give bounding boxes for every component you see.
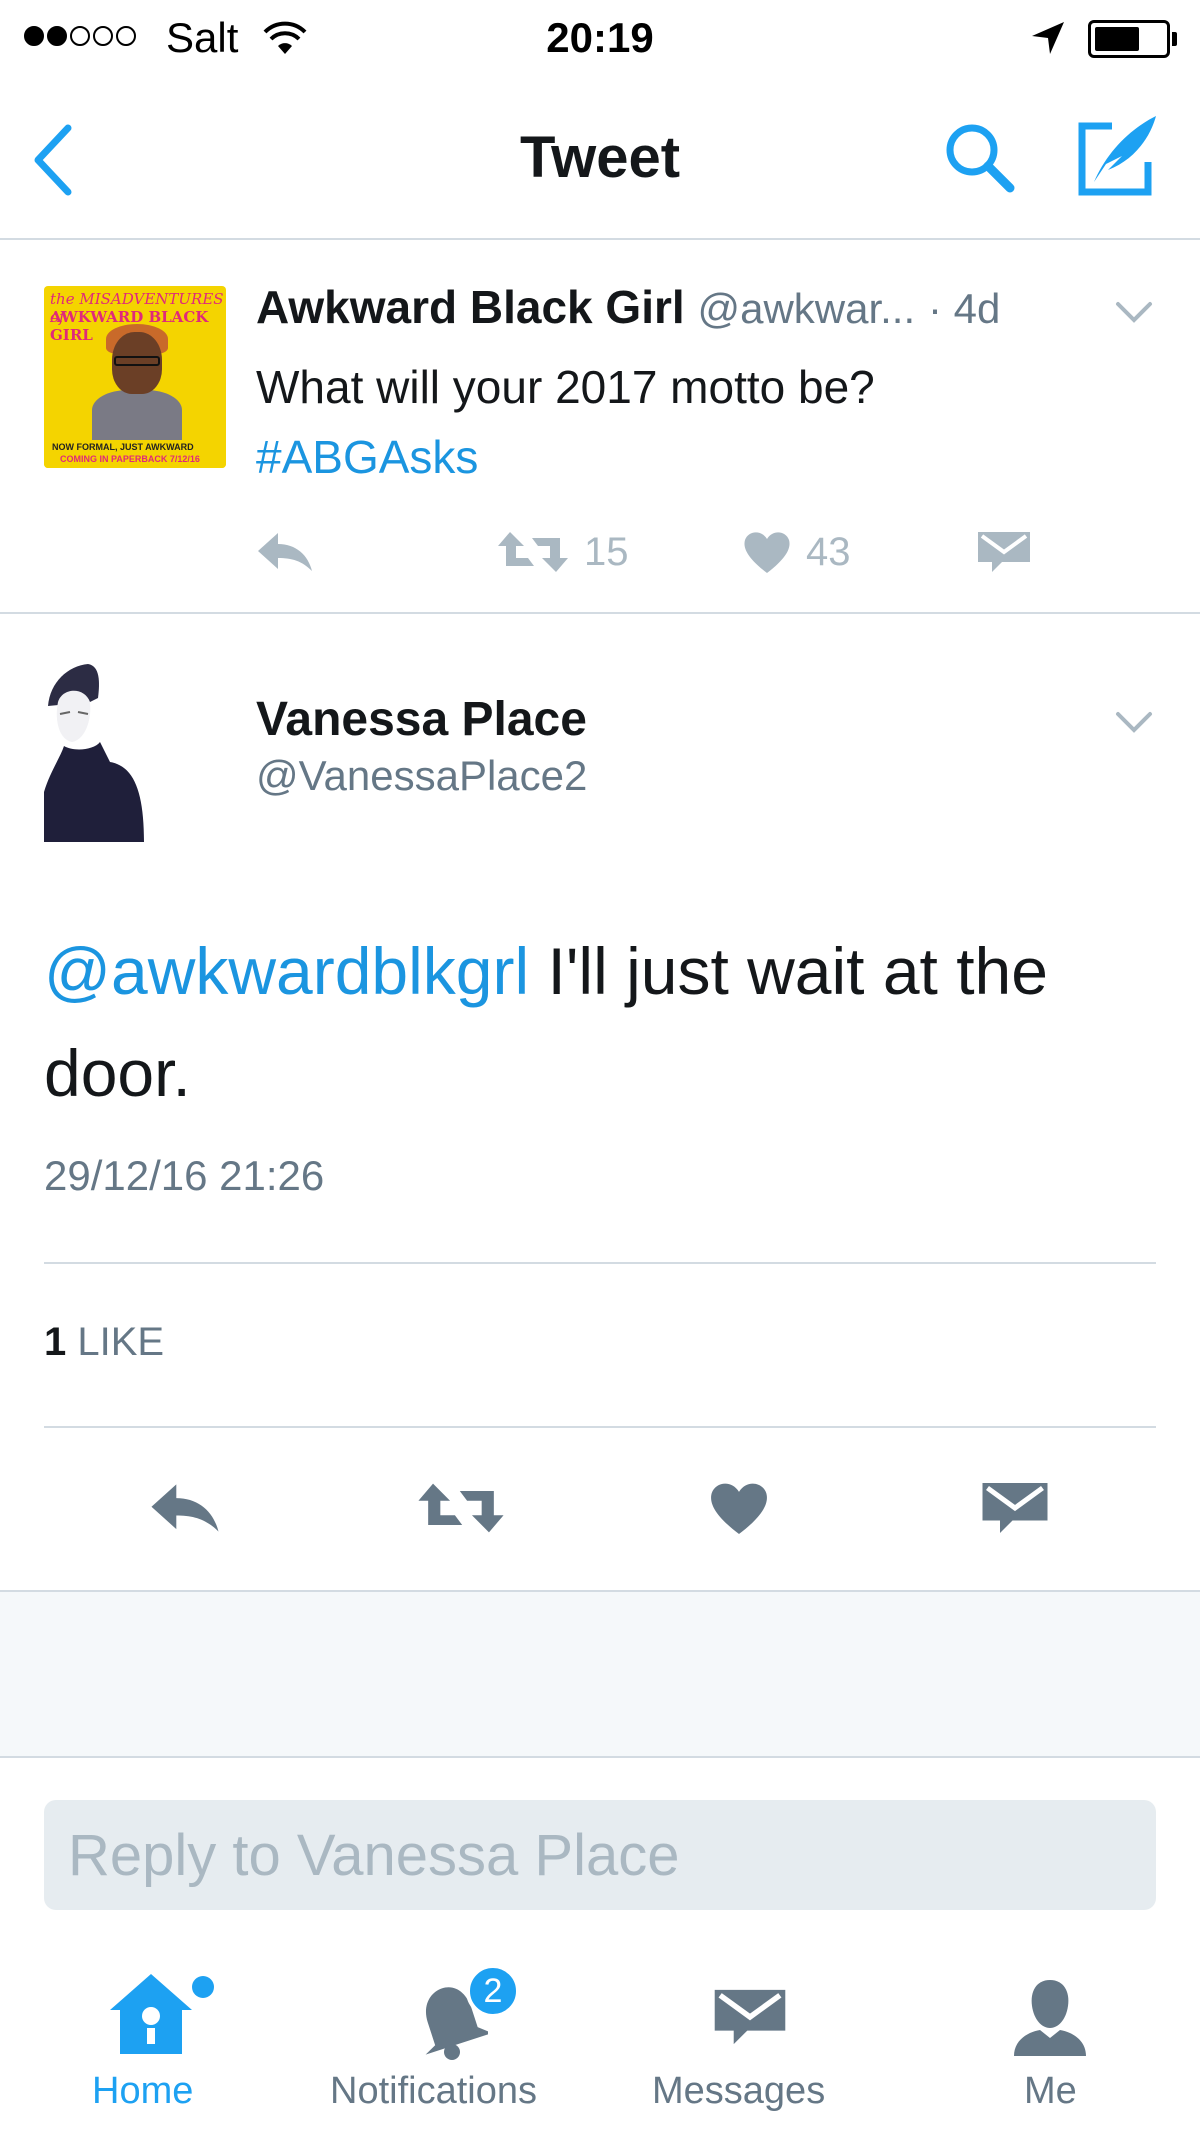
parent-like-count: 43 (806, 529, 851, 574)
retweet-icon (418, 1483, 504, 1533)
parent-author-handle: @awkwar... (697, 285, 916, 332)
message-icon (982, 1483, 1048, 1533)
heart-icon (744, 532, 790, 573)
chevron-down-icon[interactable] (1114, 710, 1154, 734)
tab-home-label: Home (92, 2070, 194, 2112)
tab-messages[interactable]: Messages (640, 1950, 860, 2130)
hashtag-link[interactable]: #ABGAsks (256, 422, 1156, 492)
author-name[interactable]: Vanessa Place (256, 692, 587, 747)
battery-tip (1172, 32, 1177, 46)
reply-icon (151, 1484, 219, 1532)
page-title: Tweet (519, 125, 681, 190)
reply-input[interactable] (44, 1800, 1156, 1910)
notifications-badge: 2 (466, 1964, 520, 2018)
envelope-icon (714, 1989, 786, 2045)
location-icon (1032, 22, 1064, 54)
tab-notifications-label: Notifications (330, 2070, 537, 2112)
retweet-icon (498, 532, 568, 572)
nav-bar: Tweet (0, 80, 1200, 240)
parent-tweet[interactable]: the MISADVENTURES of AWKWARD BLACK GIRL … (0, 242, 1200, 614)
search-icon[interactable] (940, 118, 1020, 198)
status-time: 20:19 (546, 14, 654, 61)
compose-icon[interactable] (1072, 110, 1162, 200)
tab-me-label: Me (1024, 2070, 1077, 2112)
direct-message-button[interactable] (960, 1468, 1070, 1548)
tweet-timestamp: 29/12/16 21:26 (44, 1152, 325, 1199)
divider (44, 1426, 1156, 1428)
tab-messages-label: Messages (652, 2070, 826, 2112)
tweet-text: @awkwardblkgrl I'll just wait at the doo… (44, 934, 1048, 1110)
tab-bar: Home 2 Notifications Messages Me (0, 1950, 1200, 2130)
tab-me[interactable]: Me (980, 1950, 1120, 2130)
likes-summary[interactable]: 1 LIKE (44, 1320, 164, 1365)
reply-icon (258, 533, 312, 571)
tweet-action-bar (0, 1468, 1200, 1548)
parent-avatar[interactable]: the MISADVENTURES of AWKWARD BLACK GIRL … (44, 286, 226, 468)
retweet-button[interactable] (406, 1468, 516, 1548)
divider (44, 1262, 1156, 1264)
tab-home[interactable]: Home (60, 1950, 240, 2130)
parent-tweet-age: · 4d (927, 285, 1001, 332)
heart-icon (711, 1483, 767, 1535)
parent-dm-button[interactable] (976, 522, 1032, 582)
parent-reply-button[interactable] (256, 522, 314, 582)
parent-retweet-button[interactable]: 15 (496, 522, 629, 582)
parent-tweet-header: Awkward Black Girl @awkwar... · 4d (256, 280, 1000, 334)
person-icon (1014, 1980, 1086, 2056)
message-icon (978, 532, 1030, 572)
home-icon (110, 1974, 192, 2054)
chevron-down-icon[interactable] (1114, 300, 1154, 324)
reply-button[interactable] (130, 1468, 240, 1548)
status-bar: Salt 20:19 (0, 0, 1200, 80)
parent-action-bar: 15 43 (256, 522, 1116, 582)
battery-icon (1088, 20, 1170, 58)
parent-author-name[interactable]: Awkward Black Girl (256, 281, 685, 333)
parent-like-button[interactable]: 43 (742, 522, 851, 582)
tab-notifications[interactable]: 2 Notifications (320, 1950, 580, 2130)
mention-link[interactable]: @awkwardblkgrl (44, 934, 529, 1008)
parent-retweet-count: 15 (584, 529, 629, 574)
home-new-indicator (192, 1976, 214, 1998)
author-handle: @VanessaPlace2 (256, 752, 588, 799)
parent-tweet-text: What will your 2017 motto be? #ABGAsks (256, 352, 1156, 492)
author-avatar[interactable] (44, 662, 144, 842)
replies-area (0, 1590, 1200, 1758)
like-button[interactable] (684, 1468, 794, 1548)
